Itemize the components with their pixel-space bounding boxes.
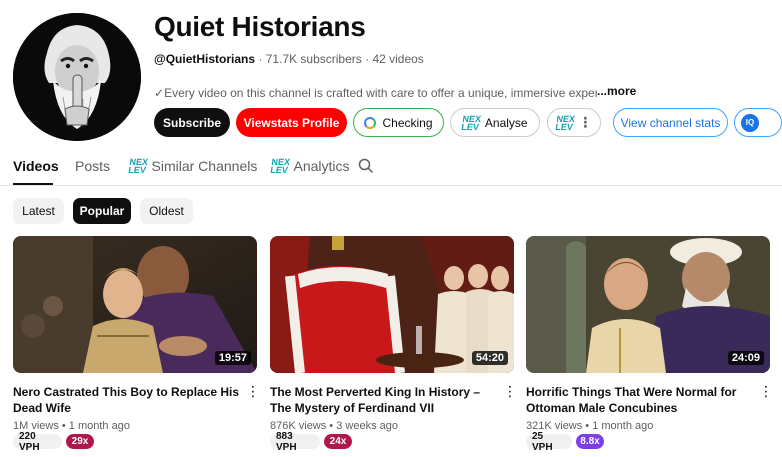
video-duration: 19:57	[214, 351, 251, 365]
nexlev-logo-icon: NEX LEV	[461, 113, 483, 132]
extension-badge-icon: IQ	[741, 113, 759, 132]
vph-badge: 883 VPH	[270, 431, 320, 453]
channel-stats: · 71.7K subscribers · 42 videos	[255, 52, 424, 66]
nexlev-logo-icon: NEX LEV	[127, 157, 149, 175]
multiplier-badge: 29x	[66, 434, 94, 449]
tab-videos[interactable]: Videos	[13, 158, 59, 174]
nexlev-menu-button[interactable]: NEX LEV ⋮	[547, 108, 601, 137]
video-title[interactable]: The Most Perverted King In History – The…	[270, 384, 500, 416]
video-thumbnail[interactable]: 19:57	[13, 236, 257, 373]
video-duration: 24:09	[727, 351, 764, 365]
chip-popular[interactable]: Popular	[73, 198, 131, 224]
video-thumbnail[interactable]: 24:09	[526, 236, 770, 373]
video-thumbnail[interactable]: 54:20	[270, 236, 514, 373]
search-icon[interactable]	[358, 158, 374, 174]
vph-badge: 25 VPH	[526, 431, 572, 453]
checking-button[interactable]: Checking	[353, 108, 444, 137]
channel-handle[interactable]: @QuietHistorians	[154, 52, 255, 66]
channel-description[interactable]: ✓Every video on this channel is crafted …	[154, 84, 634, 100]
viewstats-profile-button[interactable]: Viewstats Profile	[236, 108, 347, 137]
chip-latest[interactable]: Latest	[13, 198, 64, 224]
analyse-label: Analyse	[484, 115, 528, 130]
channel-meta: @QuietHistorians · 71.7K subscribers · 4…	[154, 52, 424, 66]
tab-similar-channels[interactable]: NEX LEV Similar Channels	[127, 157, 258, 175]
multiplier-badge: 24x	[324, 434, 352, 449]
active-tab-indicator	[13, 183, 53, 185]
loading-spinner-icon	[364, 116, 377, 129]
tab-analytics[interactable]: NEX LEV Analytics	[269, 157, 350, 175]
more-vert-icon[interactable]: ⋮	[503, 384, 517, 398]
multiplier-badge: 8.8x	[576, 434, 604, 449]
more-vert-icon[interactable]: ⋮	[759, 384, 773, 398]
description-text: Every video on this channel is crafted w…	[164, 86, 609, 100]
check-icon: ✓	[154, 86, 165, 100]
vph-badge: 220 VPH	[13, 431, 62, 453]
analyse-button[interactable]: NEX LEV Analyse	[450, 108, 540, 137]
nexlev-logo-icon: NEX LEV	[269, 157, 291, 175]
video-title[interactable]: Horrific Things That Were Normal for Ott…	[526, 384, 756, 416]
view-channel-stats-button[interactable]: View channel stats	[613, 108, 728, 137]
subscribe-button[interactable]: Subscribe	[154, 108, 230, 137]
tab-similar-label: Similar Channels	[151, 158, 258, 174]
video-title[interactable]: Nero Castrated This Boy to Replace His D…	[13, 384, 243, 416]
tab-posts[interactable]: Posts	[75, 158, 110, 174]
video-duration: 54:20	[471, 351, 508, 365]
extension-toggle-button[interactable]: IQ	[734, 108, 782, 137]
more-link[interactable]: ...more	[597, 84, 637, 98]
more-vert-icon[interactable]: ⋮	[246, 384, 260, 398]
chip-oldest[interactable]: Oldest	[140, 198, 193, 224]
tab-analytics-label: Analytics	[293, 158, 350, 174]
more-vert-icon: ⋮	[578, 114, 593, 130]
channel-title: Quiet Historians	[154, 11, 366, 42]
channel-tabs: Videos Posts NEX LEV Similar Channels NEX…	[0, 150, 782, 186]
channel-avatar[interactable]	[13, 13, 141, 141]
nexlev-logo-icon: NEX LEV	[554, 113, 576, 132]
checking-label: Checking	[382, 115, 433, 130]
